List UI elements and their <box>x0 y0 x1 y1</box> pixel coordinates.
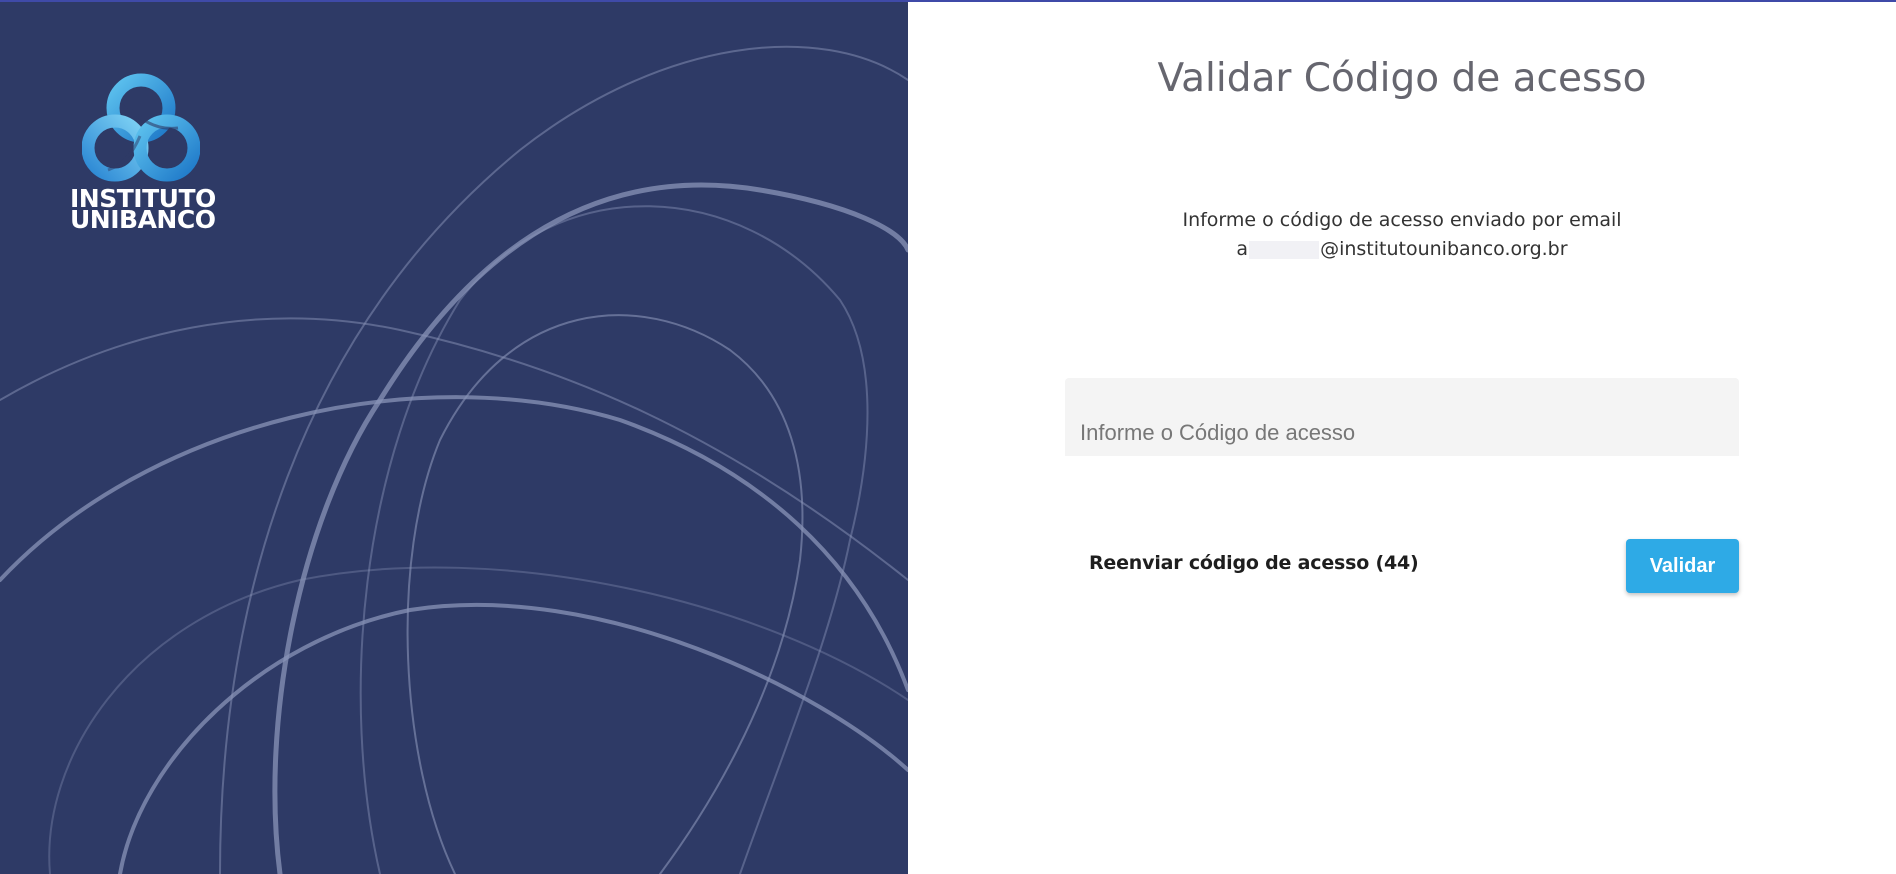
access-code-field[interactable] <box>1065 378 1739 456</box>
page: INSTITUTO UNIBANCO Validar Código de ace… <box>0 0 1896 874</box>
logo: INSTITUTO UNIBANCO <box>70 70 216 234</box>
email-domain: @institutounibanco.org.br <box>1320 238 1568 260</box>
trefoil-knot-logo-icon <box>82 73 200 182</box>
top-border <box>0 0 1896 2</box>
page-title: Validar Código de acesso <box>1157 56 1647 101</box>
access-code-input[interactable] <box>1065 378 1739 456</box>
resend-code-link[interactable]: Reenviar código de acesso (44) <box>1089 552 1419 574</box>
logo-text: INSTITUTO UNIBANCO <box>70 186 216 234</box>
redacted-email-part <box>1249 240 1320 259</box>
email-line: a @institutounibanco.org.br <box>908 235 1896 264</box>
validate-button[interactable]: Validar <box>1626 539 1739 593</box>
email-prefix: a <box>1236 238 1249 260</box>
form-panel: Validar Código de acesso Informe o códig… <box>908 0 1896 874</box>
instructions-line: Informe o código de acesso enviado por e… <box>1182 209 1622 231</box>
logo-text-line2: UNIBANCO <box>70 205 216 234</box>
instructions-text: Informe o código de acesso enviado por e… <box>908 206 1896 264</box>
brand-panel: INSTITUTO UNIBANCO <box>0 0 908 874</box>
